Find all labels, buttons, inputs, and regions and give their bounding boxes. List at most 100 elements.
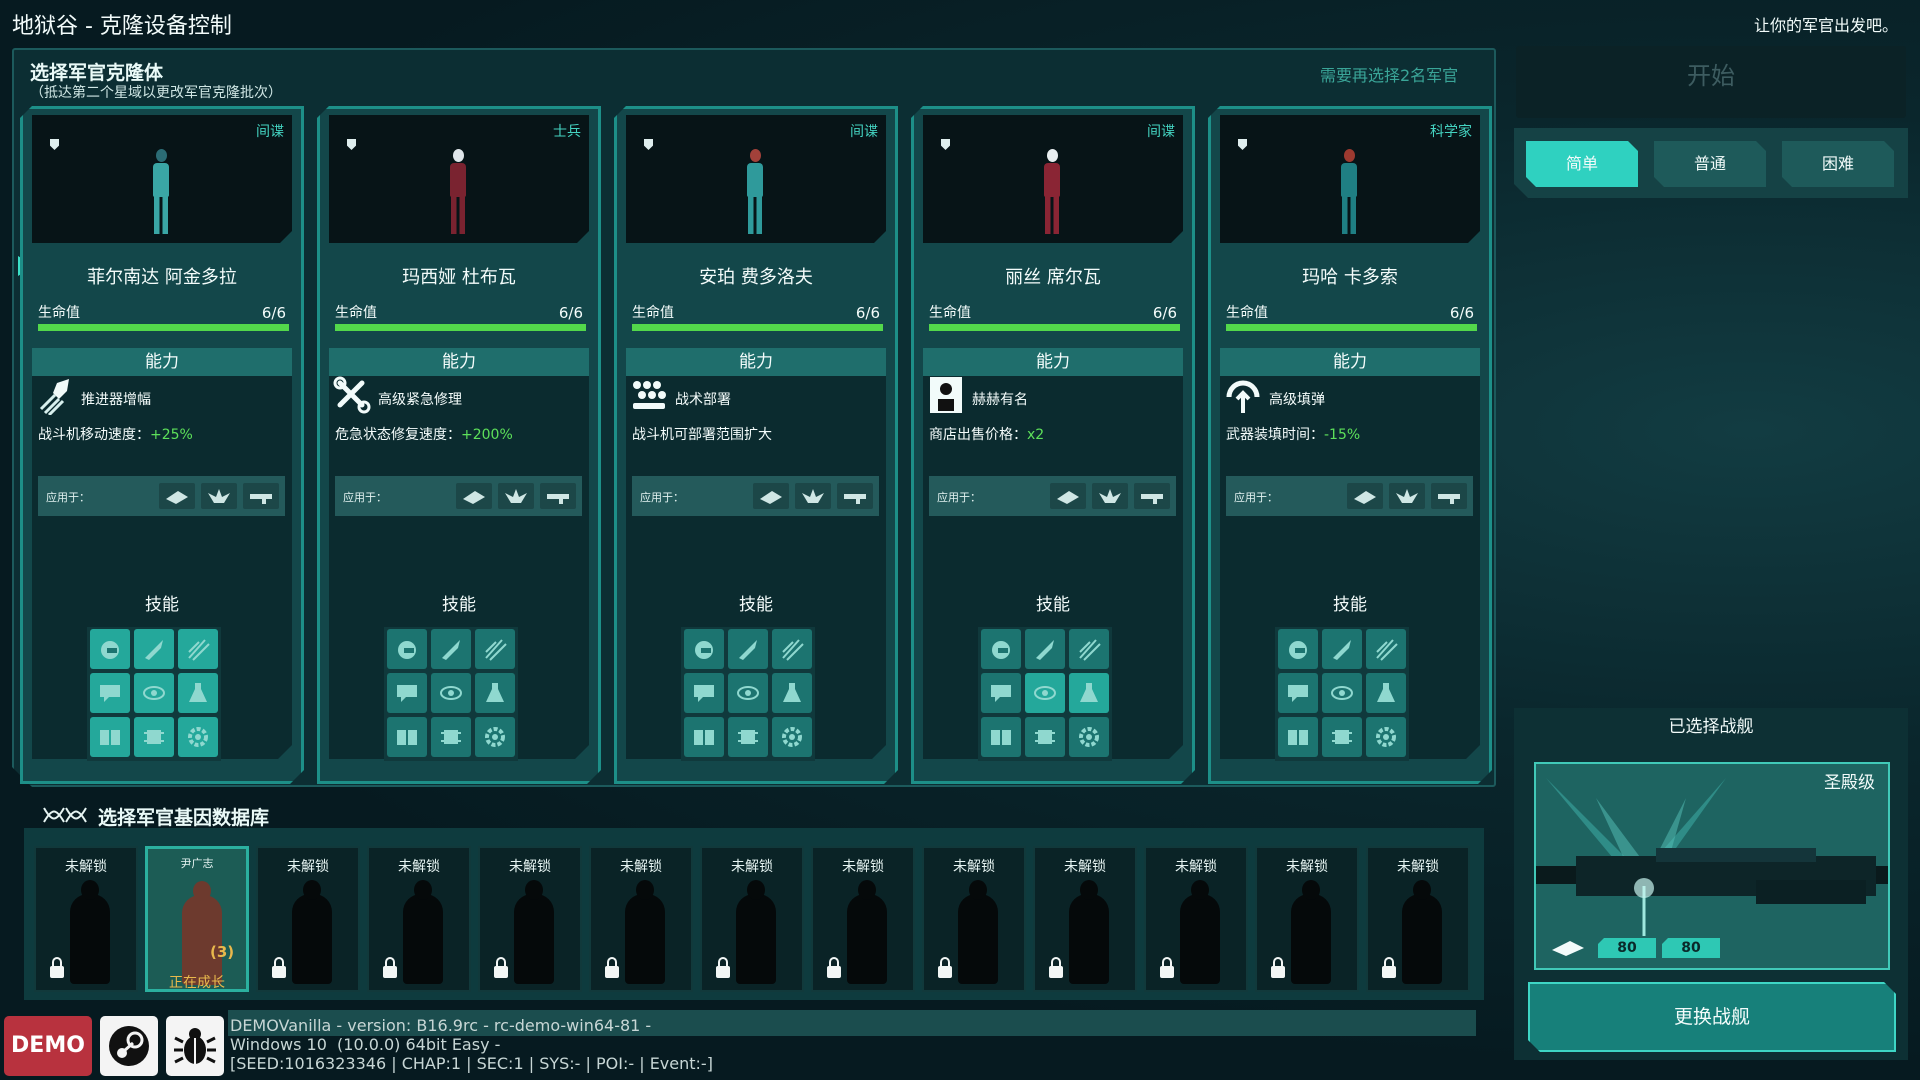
officer-portrait: 士兵 <box>329 115 589 243</box>
skill-slot[interactable] <box>981 629 1021 669</box>
skill-slot[interactable] <box>684 629 724 669</box>
skill-slot[interactable] <box>90 673 130 713</box>
skill-slot[interactable] <box>684 717 724 757</box>
skill-slot[interactable] <box>1025 629 1065 669</box>
skill-slot[interactable] <box>1278 629 1318 669</box>
skill-slot[interactable] <box>134 717 174 757</box>
ship-stat-1: 80 <box>1598 938 1656 958</box>
gene-slot[interactable]: 未解锁 <box>1144 846 1248 992</box>
shield-icon <box>644 139 653 150</box>
gene-slot[interactable]: 未解锁 <box>922 846 1026 992</box>
growth-badge: (3) <box>210 943 235 961</box>
gene-slot[interactable]: 未解锁 <box>367 846 471 992</box>
bug-report-button[interactable] <box>166 1016 224 1076</box>
gene-slot[interactable]: 尹广志 (3) 正在成长 <box>145 846 249 992</box>
skill-slot[interactable] <box>90 629 130 669</box>
skill-slot[interactable] <box>1025 673 1065 713</box>
gene-slot[interactable]: 未解锁 <box>1255 846 1359 992</box>
skills-header: 技能 <box>1333 595 1367 615</box>
skill-slot[interactable] <box>728 629 768 669</box>
skill-slot[interactable] <box>1069 673 1109 713</box>
skill-slot[interactable] <box>772 717 812 757</box>
gene-slot[interactable]: 未解锁 <box>34 846 138 992</box>
skill-slot[interactable] <box>475 629 515 669</box>
applies-to-label: 应用于： <box>1234 491 1278 504</box>
demo-button[interactable]: DEMO <box>4 1016 92 1076</box>
skill-slot[interactable] <box>178 629 218 669</box>
officer-card[interactable]: 间谍 丽丝 席尔瓦 生命值 6/6 能力 赫赫有名 商店出售价格：x2 应用于：… <box>911 106 1195 784</box>
skill-slot[interactable] <box>1322 673 1362 713</box>
steam-button[interactable] <box>100 1016 158 1076</box>
skill-slot[interactable] <box>134 629 174 669</box>
hp-value: 6/6 <box>558 304 583 322</box>
difficulty-button[interactable]: 普通 <box>1654 141 1766 187</box>
skill-slot[interactable] <box>684 673 724 713</box>
officer-card[interactable]: 科学家 玛哈 卡多索 生命值 6/6 能力 高级填弹 武器装填时间：-15% 应… <box>1208 106 1492 784</box>
steam-icon <box>109 1026 149 1066</box>
skill-slot[interactable] <box>90 717 130 757</box>
gene-slot[interactable]: 未解锁 <box>256 846 360 992</box>
officer-class: 科学家 <box>1430 124 1472 140</box>
skills-header: 技能 <box>1036 595 1070 615</box>
officer-card[interactable]: 士兵 玛西娅 杜布瓦 生命值 6/6 能力 高级紧急修理 危急状态修复速度：+2… <box>317 106 601 784</box>
ability-value: +200% <box>461 427 513 443</box>
skill-slot[interactable] <box>1322 629 1362 669</box>
difficulty-button[interactable]: 简单 <box>1526 141 1638 187</box>
growing-status: 正在成长 <box>169 975 225 991</box>
skill-slot[interactable] <box>387 673 427 713</box>
gene-slot[interactable]: 未解锁 <box>589 846 693 992</box>
skill-slot[interactable] <box>981 673 1021 713</box>
skill-slot[interactable] <box>728 673 768 713</box>
officer-class: 间谍 <box>256 124 284 140</box>
gene-slot-label: 未解锁 <box>1175 859 1217 875</box>
officer-name: 丽丝 席尔瓦 <box>1005 267 1101 288</box>
skill-slot[interactable] <box>134 673 174 713</box>
skill-slot[interactable] <box>178 717 218 757</box>
skill-slot[interactable] <box>1069 717 1109 757</box>
skill-slot[interactable] <box>1366 629 1406 669</box>
skill-slot[interactable] <box>387 629 427 669</box>
claw-icon <box>1373 636 1399 662</box>
change-ship-button[interactable]: 更换战舰 <box>1528 982 1896 1052</box>
skill-slot[interactable] <box>1069 629 1109 669</box>
skill-slot[interactable] <box>1366 717 1406 757</box>
lock-icon <box>50 957 64 978</box>
officer-silhouette <box>1291 880 1331 984</box>
gene-slot-label: 未解锁 <box>1397 859 1439 875</box>
officer-silhouette <box>847 880 887 984</box>
skill-slot[interactable] <box>772 673 812 713</box>
officer-card[interactable]: 间谍 菲尔南达 阿金多拉 生命值 6/6 能力 推进器增幅 战斗机移动速度：+2… <box>20 106 304 784</box>
skill-slot[interactable] <box>431 673 471 713</box>
skill-slot[interactable] <box>1366 673 1406 713</box>
ship-class-label: 圣殿级 <box>1824 773 1875 793</box>
officer-name: 菲尔南达 阿金多拉 <box>87 267 237 288</box>
start-button[interactable]: 开始 <box>1516 46 1906 118</box>
skill-slot[interactable] <box>475 717 515 757</box>
skill-slot[interactable] <box>1025 717 1065 757</box>
skill-slot[interactable] <box>475 673 515 713</box>
applies-ship-icon <box>1389 483 1425 509</box>
skill-slot[interactable] <box>431 629 471 669</box>
gene-slot[interactable]: 未解锁 <box>1366 846 1470 992</box>
skill-slot[interactable] <box>728 717 768 757</box>
skill-slot[interactable] <box>1278 717 1318 757</box>
officer-card[interactable]: 间谍 安珀 费多洛夫 生命值 6/6 能力 战术部署 战斗机可部署范围扩大 应用… <box>614 106 898 784</box>
gene-slot[interactable]: 未解锁 <box>478 846 582 992</box>
skill-slot[interactable] <box>431 717 471 757</box>
skill-grid <box>384 627 518 761</box>
skill-slot[interactable] <box>1278 673 1318 713</box>
gene-slot[interactable]: 未解锁 <box>811 846 915 992</box>
skill-slot[interactable] <box>387 717 427 757</box>
claw-icon <box>779 636 805 662</box>
skill-slot[interactable] <box>1322 717 1362 757</box>
skill-slot[interactable] <box>772 629 812 669</box>
gene-slot[interactable]: 未解锁 <box>1033 846 1137 992</box>
flask-icon <box>1373 680 1399 706</box>
skill-slot[interactable] <box>981 717 1021 757</box>
skill-slot[interactable] <box>178 673 218 713</box>
difficulty-button[interactable]: 困难 <box>1782 141 1894 187</box>
applies-ship-icon <box>456 483 492 509</box>
officer-portrait: 间谍 <box>32 115 292 243</box>
applies-ship-icon <box>837 483 873 509</box>
gene-slot[interactable]: 未解锁 <box>700 846 804 992</box>
